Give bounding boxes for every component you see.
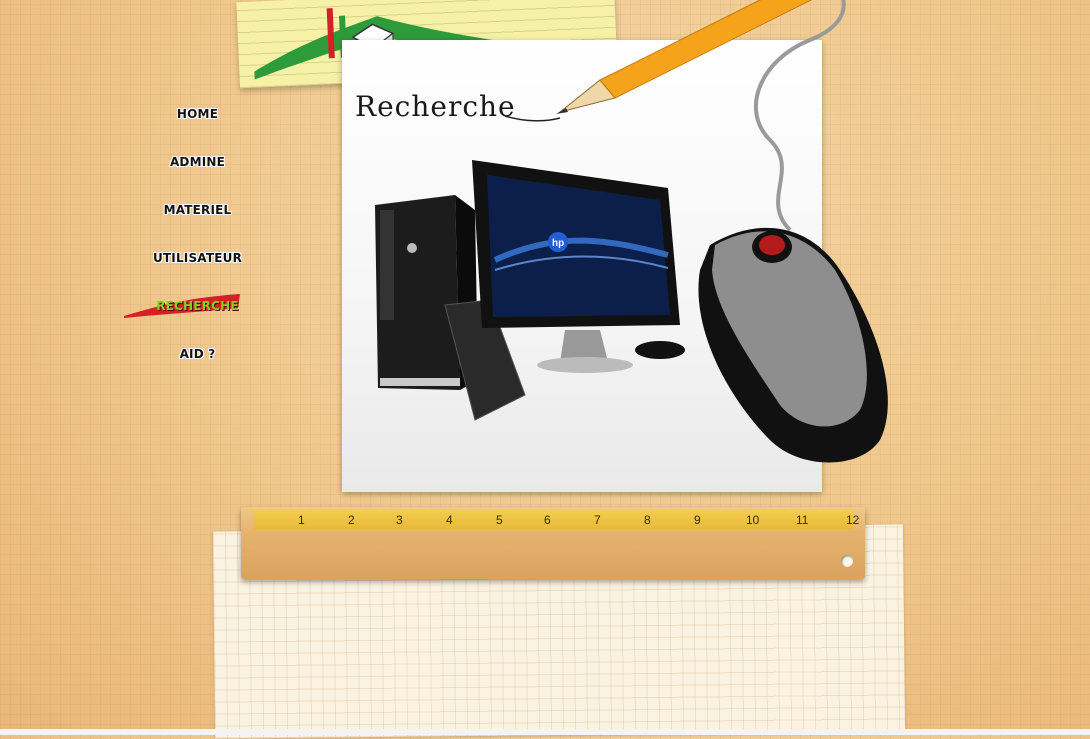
- monitor-brand: hp: [552, 238, 564, 249]
- ruler-scale: 1 2 3 4 5 6 7 8 9 10 11 12: [253, 509, 859, 529]
- ruler-number: 7: [594, 513, 601, 527]
- ruler-number: 1: [298, 513, 305, 527]
- ruler-number: 10: [746, 513, 760, 527]
- ruler-number: 5: [496, 513, 503, 527]
- computer-illustration: hp: [375, 0, 888, 463]
- mouse-icon: [698, 227, 888, 463]
- ruler-number: 11: [796, 513, 809, 527]
- ruler-number: 2: [348, 513, 355, 527]
- ruler-number: 8: [644, 513, 651, 527]
- mouse-cable: [753, 0, 846, 232]
- small-mouse: [635, 341, 685, 359]
- ruler-number: 6: [544, 513, 551, 527]
- ruler-number: 9: [694, 513, 701, 527]
- ruler-number: 4: [446, 513, 453, 527]
- ruler-hole: [841, 555, 853, 567]
- bottom-strip: [0, 729, 1090, 735]
- pencil-icon: [556, 0, 813, 114]
- ruler-number: 12: [846, 513, 860, 527]
- ruler-decoration: 1 2 3 4 5 6 7 8 9 10 11 12: [241, 507, 865, 579]
- ruler-number: 3: [396, 513, 403, 527]
